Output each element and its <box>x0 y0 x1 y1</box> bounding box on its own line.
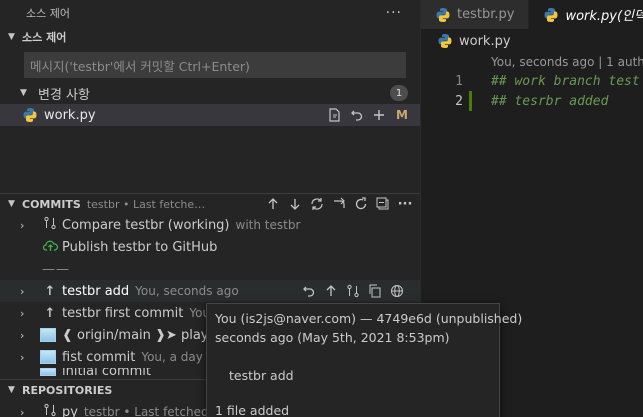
chevron-right-icon: › <box>20 350 25 364</box>
gutter <box>469 71 475 91</box>
stage-changes-icon[interactable] <box>368 104 390 126</box>
python-file-icon <box>543 7 559 23</box>
tooltip-date-line: seconds ago (May 5th, 2021 8:53pm) <box>215 330 450 345</box>
commit-row-meta: with testbr <box>235 218 301 232</box>
tab-label: work.py(인덱 <box>565 9 643 24</box>
commit-row-label: testbr first commit <box>62 305 184 321</box>
code-text: ## tesrbr added <box>491 93 609 109</box>
commit-row-actions <box>298 280 420 302</box>
changed-file-row[interactable]: work.py M <box>0 104 420 126</box>
commit-row-meta: You, seconds ago <box>135 284 239 298</box>
commits-section-header[interactable]: ▼ COMMITS testbr • Last fetched 2 mi... … <box>0 193 420 215</box>
commit-row-label: Compare testbr (working) <box>62 217 230 233</box>
python-file-icon <box>22 107 38 123</box>
tooltip-files-summary: 1 file added <box>215 403 290 417</box>
scm-section-label: 소스 제어 <box>22 31 67 44</box>
commit-row-label: ❰ origin/main ❱➤ play1.p <box>62 327 230 343</box>
tab-label: testbr.py <box>457 7 515 22</box>
breadcrumb[interactable]: work.py <box>421 29 643 53</box>
push-up-icon[interactable] <box>320 280 342 302</box>
more-actions-icon[interactable]: ··· <box>386 5 406 21</box>
avatar <box>40 368 56 376</box>
chevron-down-icon: ▼ <box>20 88 27 98</box>
breadcrumb-file: work.py <box>459 33 511 49</box>
separator-label: —— <box>42 261 70 277</box>
refresh-icon[interactable] <box>350 193 372 215</box>
compare-icon <box>40 216 60 234</box>
commit-message-input[interactable]: 메시지('testbr'에서 커밋할 Ctrl+Enter) <box>24 52 406 78</box>
tab-testbr[interactable]: testbr.py <box>421 0 530 29</box>
pull-down-icon[interactable] <box>284 193 306 215</box>
compare-row[interactable]: › Compare testbr (working) with testbr <box>0 214 420 236</box>
tab-work-index[interactable]: work.py(인덱 <box>529 0 643 29</box>
avatar <box>40 328 56 342</box>
globe-icon[interactable] <box>386 280 408 302</box>
scm-section-header[interactable]: ▼ 소스 제어 <box>0 26 420 48</box>
commits-section-sub: testbr • Last fetched 2 mi... <box>86 197 207 211</box>
commits-section-label: COMMITS <box>22 197 81 211</box>
arrow-up-icon: ↑ <box>44 283 56 299</box>
chevron-right-icon: › <box>20 328 25 342</box>
chevron-down-icon: ▼ <box>8 199 15 209</box>
commits-toolbar: ··· <box>262 193 420 215</box>
changes-group[interactable]: ▼ 변경 사항 1 <box>0 82 420 104</box>
push-up-icon[interactable] <box>262 193 284 215</box>
cloud-upload-icon <box>40 239 60 256</box>
chevron-right-icon: › <box>20 284 25 298</box>
changes-label: 변경 사항 <box>38 87 90 103</box>
editor-tabs: testbr.py work.py(인덱 <box>421 0 643 29</box>
python-file-icon <box>435 7 451 23</box>
commit-hover-tooltip: You (is2js@naver.com) — 4749e6d (unpubli… <box>206 303 523 417</box>
changed-file-name: work.py <box>44 107 96 123</box>
arrow-up-icon: ↑ <box>44 305 56 321</box>
chevron-down-icon: ▼ <box>8 32 15 42</box>
commit-row[interactable]: › ↑ testbr add You, seconds ago <box>0 280 420 302</box>
collapse-all-icon[interactable] <box>372 193 394 215</box>
undo-commit-icon[interactable] <box>298 280 320 302</box>
code-line[interactable]: 2 ## tesrbr added <box>421 91 643 111</box>
more-actions-icon[interactable]: ··· <box>394 193 416 215</box>
commit-row-label: initial commit <box>62 368 152 376</box>
repositories-section-label: REPOSITORIES <box>22 383 113 397</box>
chevron-right-icon: › <box>20 218 25 232</box>
sync-icon[interactable] <box>306 193 328 215</box>
chevron-right-icon: › <box>20 306 25 320</box>
modified-status-badge: M <box>396 108 408 122</box>
copy-sha-icon[interactable] <box>364 280 386 302</box>
sidebar-header: 소스 제어 ··· <box>0 0 420 26</box>
python-file-icon <box>437 33 453 49</box>
commit-row-label: Publish testbr to GitHub <box>62 239 218 255</box>
chevron-down-icon: ▼ <box>8 385 15 395</box>
avatar <box>40 350 56 364</box>
tooltip-author-line: You (is2js@naver.com) — 4749e6d (unpubli… <box>215 311 523 326</box>
repository-name: py <box>62 404 78 417</box>
code-text: ## work branch test <box>491 73 640 89</box>
code-line[interactable]: 1 ## work branch test <box>421 71 643 91</box>
tooltip-commit-message: testbr add <box>229 368 294 383</box>
switch-branch-icon[interactable] <box>328 193 350 215</box>
commit-row-label: testbr add <box>62 283 130 299</box>
open-file-icon[interactable] <box>324 104 346 126</box>
added-line-gutter <box>469 91 472 111</box>
chevron-right-icon: › <box>20 405 25 417</box>
line-number: 2 <box>455 93 463 109</box>
repo-icon <box>40 403 60 417</box>
changes-count-badge: 1 <box>390 85 408 101</box>
sidebar-title: 소스 제어 <box>26 7 70 20</box>
file-actions: M <box>324 104 420 126</box>
publish-row[interactable]: Publish testbr to GitHub <box>0 236 420 258</box>
line-number: 1 <box>455 73 463 89</box>
blame-annotation[interactable]: You, seconds ago | 1 author <box>421 53 643 71</box>
commit-row-label: fist commit <box>62 349 136 365</box>
commit-message-placeholder: 메시지('testbr'에서 커밋할 Ctrl+Enter) <box>30 58 250 74</box>
discard-changes-icon[interactable] <box>346 104 368 126</box>
compare-icon[interactable] <box>342 280 364 302</box>
separator-row: —— <box>0 258 420 280</box>
